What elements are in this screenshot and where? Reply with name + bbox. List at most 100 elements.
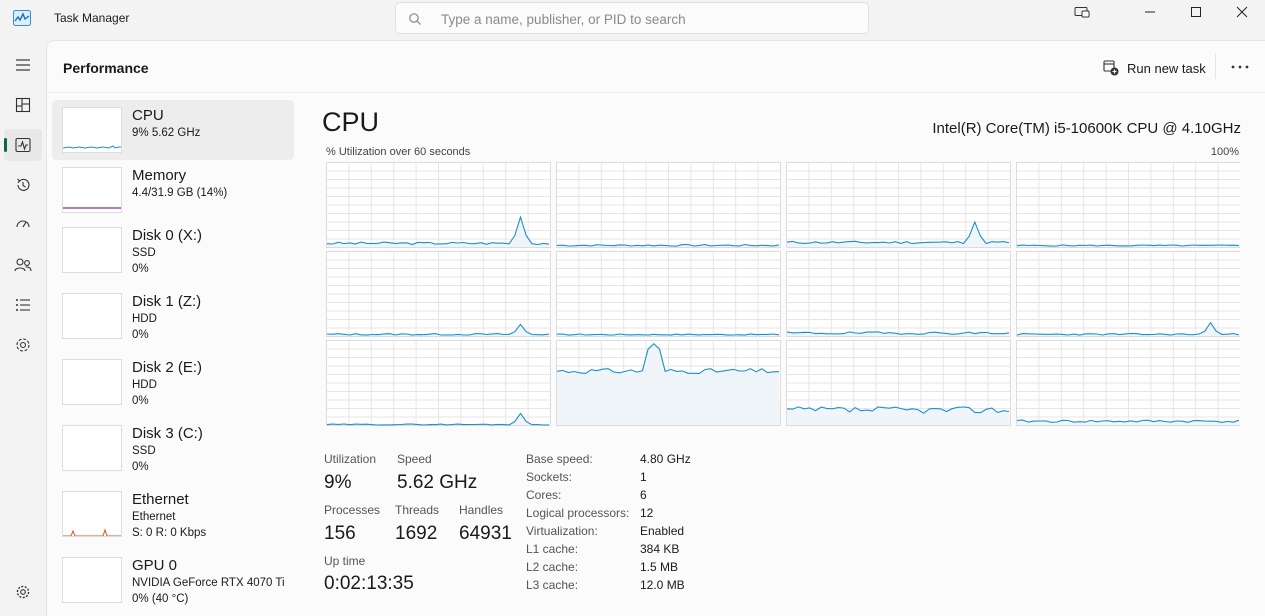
- info-key: Cores:: [526, 488, 562, 502]
- app-history-icon: [17, 178, 30, 191]
- disk-thumbnail-graph: [62, 359, 122, 405]
- run-new-task-button[interactable]: Run new task: [1103, 56, 1206, 80]
- hamburger-menu-icon: [16, 59, 30, 71]
- nav-processes[interactable]: [4, 89, 42, 121]
- speed-value: 5.62 GHz: [397, 472, 478, 493]
- info-key: L3 cache:: [526, 578, 579, 592]
- device-name: Ethernet: [132, 491, 189, 508]
- main-panel: Performance Run new task CPU 9% 5.62 GHz…: [46, 40, 1265, 616]
- page-title: Performance: [63, 60, 149, 76]
- nav-menu-button[interactable]: [4, 49, 42, 81]
- info-key: Base speed:: [526, 452, 593, 466]
- info-key: Virtualization:: [526, 524, 598, 538]
- cpu-heading: CPU: [322, 107, 380, 137]
- cpu-thumbnail-graph: [62, 107, 122, 153]
- run-new-task-label: Run new task: [1127, 60, 1206, 76]
- task-manager-app-icon: [13, 10, 31, 26]
- device-detail: 9% 5.62 GHz: [132, 127, 201, 139]
- info-value: 4.80 GHz: [640, 452, 691, 466]
- device-name: Memory: [132, 167, 187, 184]
- processor-graph: [786, 251, 1011, 337]
- users-icon: [14, 258, 32, 272]
- efficiency-mode-icon: [1074, 7, 1090, 18]
- device-item-disk-2[interactable]: Disk 2 (E:) HDD 0%: [52, 352, 294, 412]
- disk-thumbnail-graph: [62, 293, 122, 339]
- search-box[interactable]: [395, 2, 869, 34]
- info-value: 6: [640, 488, 647, 502]
- device-usage: 0%: [132, 263, 149, 275]
- close-button[interactable]: [1219, 0, 1265, 24]
- services-icon: [16, 338, 30, 352]
- device-name: Disk 3 (C:): [132, 425, 203, 442]
- disk-thumbnail-graph: [62, 227, 122, 273]
- processes-label: Processes: [324, 503, 381, 517]
- device-usage: 0%: [132, 329, 149, 341]
- info-value: 384 KB: [640, 542, 680, 556]
- nav-startup-apps[interactable]: [4, 209, 42, 241]
- device-detail: 4.4/31.9 GB (14%): [132, 187, 228, 199]
- info-key: Sockets:: [526, 470, 573, 484]
- search-input[interactable]: [441, 10, 841, 28]
- processor-graph: [556, 340, 781, 426]
- device-detail: Ethernet: [132, 511, 176, 523]
- minimize-icon: [1145, 11, 1155, 13]
- info-key: Logical processors:: [526, 506, 630, 520]
- close-icon: [1236, 6, 1248, 18]
- device-detail: HDD: [132, 313, 157, 325]
- device-item-disk-1[interactable]: Disk 1 (Z:) HDD 0%: [52, 286, 294, 346]
- utilization-value: 9%: [324, 472, 352, 493]
- device-item-ethernet[interactable]: Ethernet Ethernet S: 0 R: 0 Kbps: [52, 484, 294, 544]
- nav-settings[interactable]: [4, 576, 42, 608]
- device-name: CPU: [132, 107, 164, 124]
- search-icon: [409, 13, 421, 25]
- nav-users[interactable]: [4, 249, 42, 281]
- device-usage: S: 0 R: 0 Kbps: [132, 527, 207, 539]
- device-item-disk-3[interactable]: Disk 3 (C:) SSD 0%: [52, 418, 294, 478]
- info-value: 1.5 MB: [640, 560, 679, 574]
- logical-processor-graphs: [326, 162, 1240, 426]
- navigation-rail: [0, 40, 46, 616]
- processor-graph: [556, 251, 781, 337]
- maximize-button[interactable]: [1173, 0, 1219, 24]
- nav-performance[interactable]: [4, 129, 42, 161]
- efficiency-mode-button[interactable]: [1059, 0, 1105, 24]
- details-icon: [16, 299, 30, 311]
- nav-details[interactable]: [4, 289, 42, 321]
- uptime-value: 0:02:13:35: [324, 573, 414, 594]
- speed-label: Speed: [397, 452, 432, 466]
- handles-value: 64931: [459, 523, 512, 544]
- header-divider: [1215, 53, 1216, 79]
- device-usage: 0%: [132, 395, 149, 407]
- uptime-label: Up time: [324, 554, 366, 568]
- utilization-label: Utilization: [324, 452, 377, 466]
- page-header: Performance Run new task: [47, 41, 1265, 93]
- minimize-button[interactable]: [1127, 0, 1173, 24]
- nav-app-history[interactable]: [4, 169, 42, 201]
- startup-apps-icon: [16, 220, 30, 228]
- processor-graph: [556, 162, 781, 248]
- disk-thumbnail-graph: [62, 425, 122, 471]
- device-detail: NVIDIA GeForce RTX 4070 Ti: [132, 577, 285, 589]
- more-options-icon: [1231, 65, 1249, 69]
- device-item-disk-0[interactable]: Disk 0 (X:) SSD 0%: [52, 220, 294, 280]
- processor-graph: [1016, 340, 1240, 426]
- device-detail: HDD: [132, 379, 157, 391]
- threads-label: Threads: [395, 503, 440, 517]
- processor-graph: [326, 162, 551, 248]
- info-value: 12.0 MB: [640, 578, 685, 592]
- processes-value: 156: [324, 523, 356, 544]
- ethernet-thumbnail-graph: [62, 491, 122, 537]
- handles-label: Handles: [459, 503, 504, 517]
- device-usage: 0% (40 °C): [132, 593, 189, 605]
- processor-graph: [786, 340, 1011, 426]
- device-name: GPU 0: [132, 557, 178, 574]
- nav-services[interactable]: [4, 329, 42, 361]
- more-options-button[interactable]: [1227, 57, 1253, 77]
- device-name: Disk 2 (E:): [132, 359, 203, 376]
- device-name: Disk 1 (Z:): [132, 293, 202, 310]
- device-item-gpu-0[interactable]: GPU 0 NVIDIA GeForce RTX 4070 Ti 0% (40 …: [52, 550, 294, 610]
- device-item-cpu[interactable]: CPU 9% 5.62 GHz: [52, 100, 294, 160]
- processes-icon: [15, 97, 31, 113]
- threads-value: 1692: [395, 523, 438, 544]
- device-item-memory[interactable]: Memory 4.4/31.9 GB (14%): [52, 160, 294, 220]
